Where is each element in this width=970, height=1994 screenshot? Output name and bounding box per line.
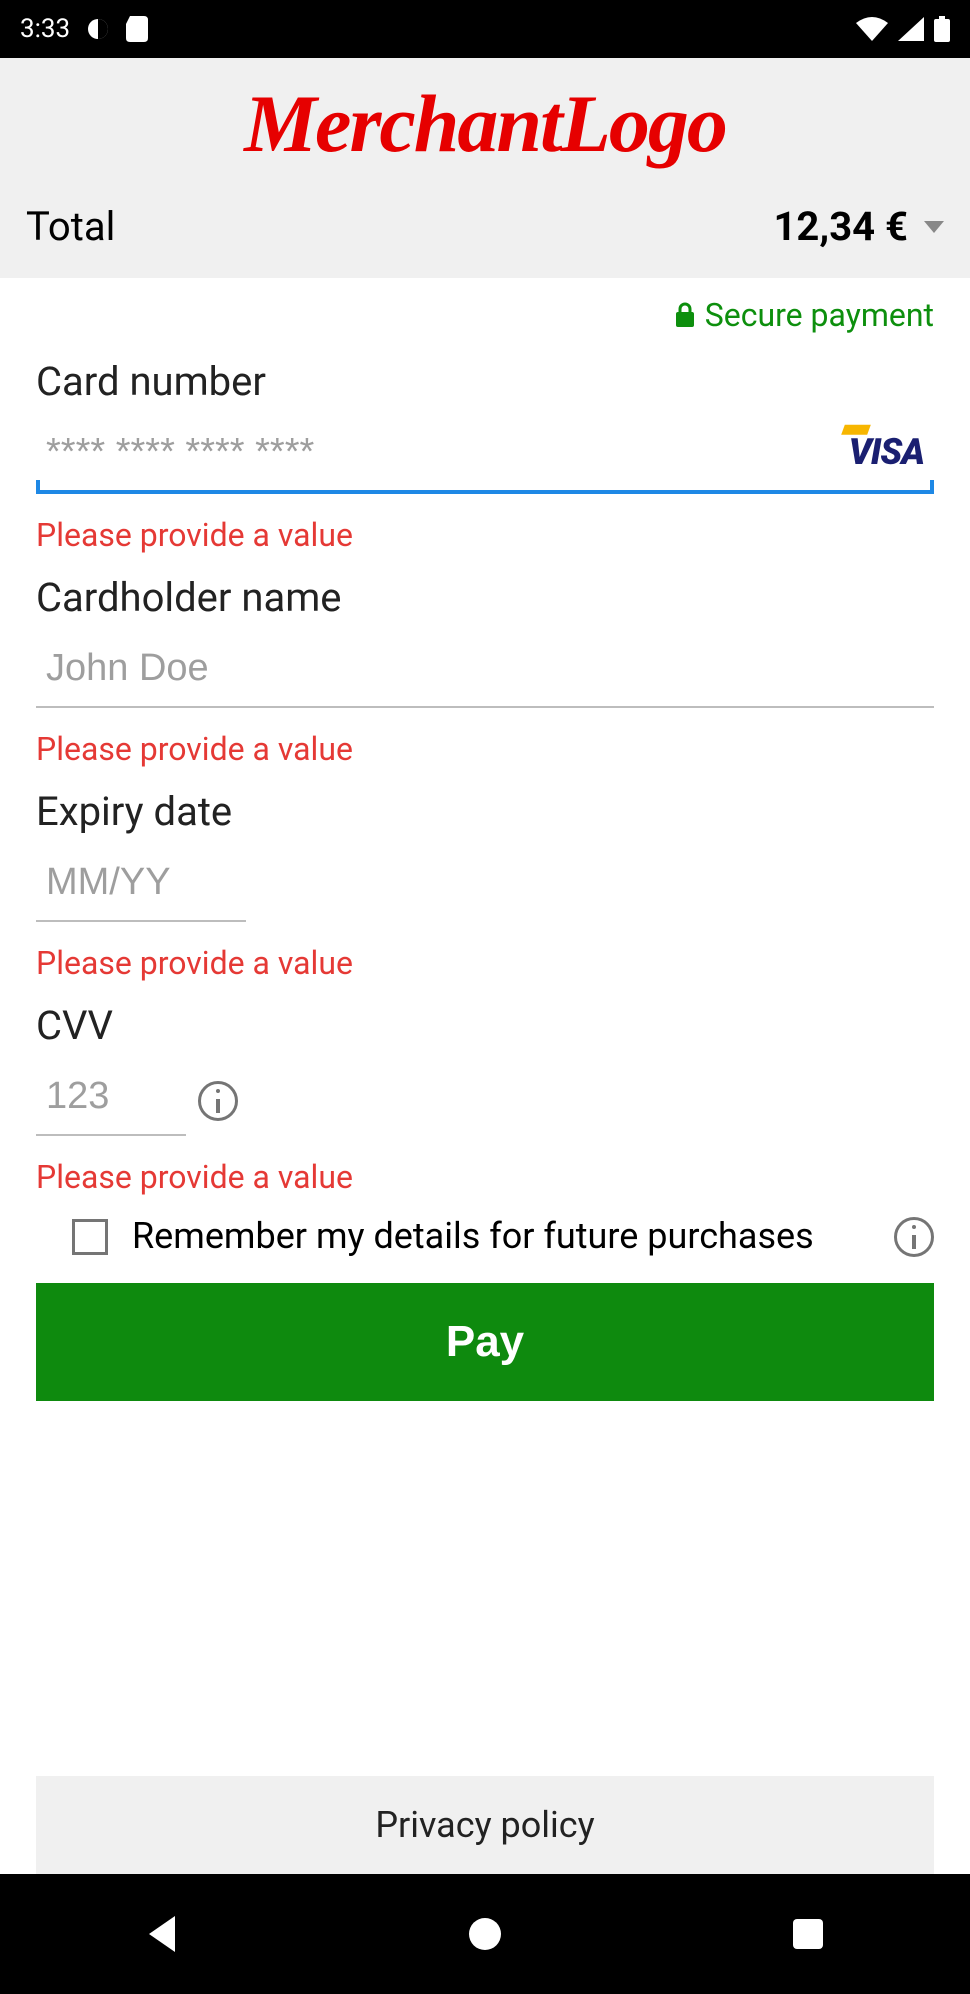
status-bar: 3:33 (0, 0, 970, 58)
recents-button[interactable] (790, 1916, 826, 1952)
expiry-field: Expiry date Please provide a value (36, 788, 934, 988)
total-amount: 12,34 € (773, 203, 908, 250)
lock-icon (675, 302, 695, 328)
cvv-label: CVV (36, 1002, 934, 1049)
card-number-label: Card number (36, 358, 934, 405)
card-number-field: Card number VISA Please provide a value (36, 358, 934, 560)
cvv-error: Please provide a value (36, 1158, 934, 1196)
pay-button[interactable]: Pay (36, 1283, 934, 1401)
remember-label: Remember my details for future purchases (132, 1214, 862, 1259)
cvv-input[interactable] (40, 1071, 190, 1128)
home-button[interactable] (467, 1916, 503, 1952)
total-label: Total (26, 203, 115, 250)
payment-screen: MerchantLogo Total 12,34 € Secure paymen… (0, 58, 970, 1874)
secure-payment-badge: Secure payment (36, 278, 934, 344)
battery-icon (934, 16, 950, 42)
cardholder-input[interactable] (40, 643, 930, 700)
chevron-down-icon[interactable] (924, 221, 944, 233)
card-number-input[interactable] (40, 427, 930, 484)
secure-label: Secure payment (705, 296, 934, 334)
footer: Privacy policy (36, 1776, 934, 1874)
remember-row: Remember my details for future purchases (36, 1202, 934, 1283)
privacy-policy-link[interactable]: Privacy policy (375, 1804, 594, 1846)
expiry-label: Expiry date (36, 788, 934, 835)
navigation-bar (0, 1874, 970, 1994)
cardholder-label: Cardholder name (36, 574, 934, 621)
sd-card-icon (126, 16, 148, 42)
cvv-info-icon[interactable] (198, 1081, 238, 1121)
visa-logo: VISA (849, 430, 928, 472)
merchant-logo: MerchantLogo (244, 78, 726, 169)
cardholder-field: Cardholder name Please provide a value (36, 574, 934, 774)
remember-info-icon[interactable] (894, 1217, 934, 1257)
remember-checkbox[interactable] (72, 1219, 108, 1255)
back-button[interactable] (144, 1916, 180, 1952)
status-time: 3:33 (20, 14, 70, 44)
cvv-field: CVV Please provide a value (36, 1002, 934, 1202)
expiry-error: Please provide a value (36, 944, 934, 982)
header: MerchantLogo Total 12,34 € (0, 58, 970, 278)
signal-icon (898, 17, 924, 41)
cardholder-error: Please provide a value (36, 730, 934, 768)
total-row[interactable]: Total 12,34 € (0, 183, 970, 278)
wifi-icon (856, 17, 888, 41)
app-icon (86, 17, 110, 41)
card-number-error: Please provide a value (36, 516, 934, 554)
expiry-input[interactable] (40, 857, 250, 914)
